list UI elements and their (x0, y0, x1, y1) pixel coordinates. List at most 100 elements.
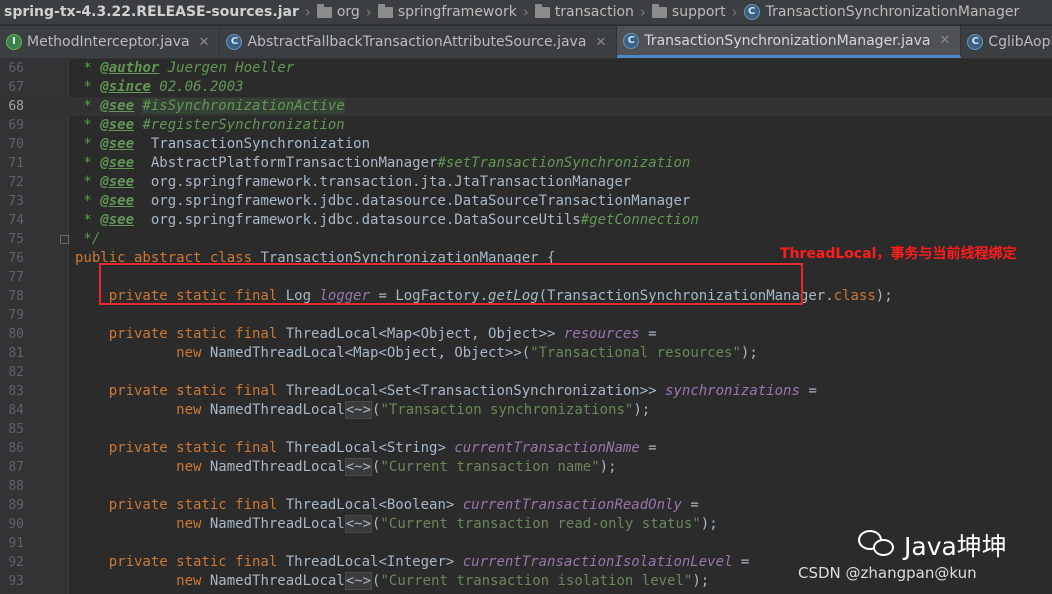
code-token: org.springframework.transaction.jta.JtaT… (134, 174, 632, 190)
code-token: ThreadLocal<Set<TransactionSynchronizati… (277, 383, 666, 399)
code-token: @see (100, 136, 135, 152)
code-token: @see (100, 155, 135, 171)
tab-label: MethodInterceptor.java (27, 34, 190, 50)
code-token: ); (740, 345, 758, 361)
code-text: new NamedThreadLocal<~>("Current transac… (75, 515, 718, 534)
close-icon[interactable]: ✕ (595, 35, 606, 50)
line-number: 90 (8, 517, 24, 532)
code-text: private static final ThreadLocal<Set<Tra… (75, 382, 817, 401)
editor-tab[interactable]: I MethodInterceptor.java ✕ (0, 26, 221, 58)
code-token: #getConnection (580, 212, 699, 228)
line-number: 69 (8, 118, 24, 133)
fold-marker-icon[interactable] (60, 235, 69, 244)
code-token: private static final (108, 326, 278, 342)
breadcrumb-item[interactable]: springframework (377, 0, 517, 24)
code-token: = (639, 326, 657, 342)
breadcrumb-item[interactable]: C TransactionSynchronizationManager (743, 0, 1019, 24)
code-token: private static final (108, 440, 278, 456)
code-token: NamedThreadLocal (201, 573, 345, 589)
code-line: 85 (0, 420, 1052, 439)
code-token: = (639, 440, 657, 456)
code-token: ThreadLocal<String> (277, 440, 455, 456)
close-icon[interactable]: ✕ (939, 33, 950, 48)
code-text: * @see AbstractPlatformTransactionManage… (75, 154, 690, 173)
line-number: 68 (8, 99, 24, 114)
code-line: 87 new NamedThreadLocal<~>("Current tran… (0, 458, 1052, 477)
breadcrumb-item[interactable]: spring-tx-4.3.22.RELEASE-sources.jar (0, 0, 299, 24)
code-token: ); (633, 402, 651, 418)
line-number: 67 (8, 80, 24, 95)
code-token: private static final (108, 497, 278, 513)
watermark-label: Java坤坤 (904, 532, 1007, 561)
csdn-credit: CSDN @zhangpan@kun (798, 564, 977, 582)
code-token: NamedThreadLocal<Map<Object, Object>>( (201, 345, 531, 361)
line-number: 76 (8, 251, 24, 266)
breadcrumb-item[interactable]: support (651, 0, 726, 24)
code-token: ); (599, 459, 617, 475)
code-line: 68 * @see #isSynchronizationActive (0, 97, 1052, 116)
code-token: #registerSynchronization (134, 117, 345, 133)
line-number: 86 (8, 441, 24, 456)
watermark: Java坤坤 (858, 527, 1007, 563)
code-text: new NamedThreadLocal<~>("Current transac… (75, 458, 617, 477)
code-line: 73 * @see org.springframework.jdbc.datas… (0, 192, 1052, 211)
code-line: 79 (0, 306, 1052, 325)
code-token: org.springframework.jdbc.datasource.Data… (134, 212, 581, 228)
code-token: = (732, 554, 750, 570)
code-line: 89 private static final ThreadLocal<Bool… (0, 496, 1052, 515)
folder-icon (534, 3, 550, 18)
code-line: 69 * @see #registerSynchronization (0, 116, 1052, 135)
code-text: new NamedThreadLocal<~>("Current transac… (75, 572, 709, 591)
tab-label: CglibAopPro (988, 34, 1052, 50)
code-token: <~> (344, 401, 373, 419)
breadcrumb-item[interactable]: transaction (534, 0, 634, 24)
code-token: ThreadLocal<Integer> (277, 554, 463, 570)
breadcrumb-label: support (671, 4, 726, 20)
close-icon[interactable]: ✕ (199, 35, 210, 50)
code-token: resources (563, 326, 640, 342)
code-token: * (75, 60, 101, 76)
code-token: * (75, 155, 101, 171)
code-token: ThreadLocal<Boolean> (277, 497, 463, 513)
code-token: <~> (344, 515, 373, 533)
line-number: 74 (8, 213, 24, 228)
code-token: @see (100, 193, 135, 209)
code-token: private static final (108, 554, 278, 570)
code-token: ); (700, 516, 718, 532)
code-token: "Current transaction name" (380, 459, 600, 475)
code-line: 88 (0, 477, 1052, 496)
code-token: ); (692, 573, 710, 589)
code-token: */ (75, 231, 101, 247)
editor-tab[interactable]: C TransactionSynchronizationManager.java ✕ (617, 26, 962, 58)
code-token: @see (100, 212, 135, 228)
code-text: * @author Juergen Hoeller (75, 59, 294, 78)
code-text: * @see org.springframework.jdbc.datasour… (75, 192, 690, 211)
code-token: * (75, 117, 101, 133)
folder-icon (377, 3, 393, 18)
line-number: 84 (8, 403, 24, 418)
code-text: * @see #isSynchronizationActive (75, 97, 345, 116)
editor-tab[interactable]: CCglibAopPro (961, 26, 1052, 58)
code-text: new NamedThreadLocal<Map<Object, Object>… (75, 344, 758, 363)
line-number: 87 (8, 460, 24, 475)
line-number: 75 (8, 232, 24, 247)
breadcrumb-separator-icon: › (304, 3, 311, 21)
breadcrumb-item[interactable]: org (316, 0, 360, 24)
code-token: 02.06.2003 (150, 79, 244, 95)
line-number: 66 (8, 61, 24, 76)
code-token: new (176, 345, 202, 361)
code-editor[interactable]: 66 * @author Juergen Hoeller 67 * @since … (0, 59, 1052, 594)
code-line: 70 * @see TransactionSynchronization (0, 135, 1052, 154)
code-line: 86 private static final ThreadLocal<Stri… (0, 439, 1052, 458)
editor-tab[interactable]: C AbstractFallbackTransactionAttributeSou… (220, 26, 618, 58)
annotation-label: ThreadLocal，事务与当前线程绑定 (780, 246, 1017, 262)
code-token: <~> (344, 572, 373, 590)
code-token: new (176, 402, 202, 418)
folder-icon (316, 3, 332, 18)
